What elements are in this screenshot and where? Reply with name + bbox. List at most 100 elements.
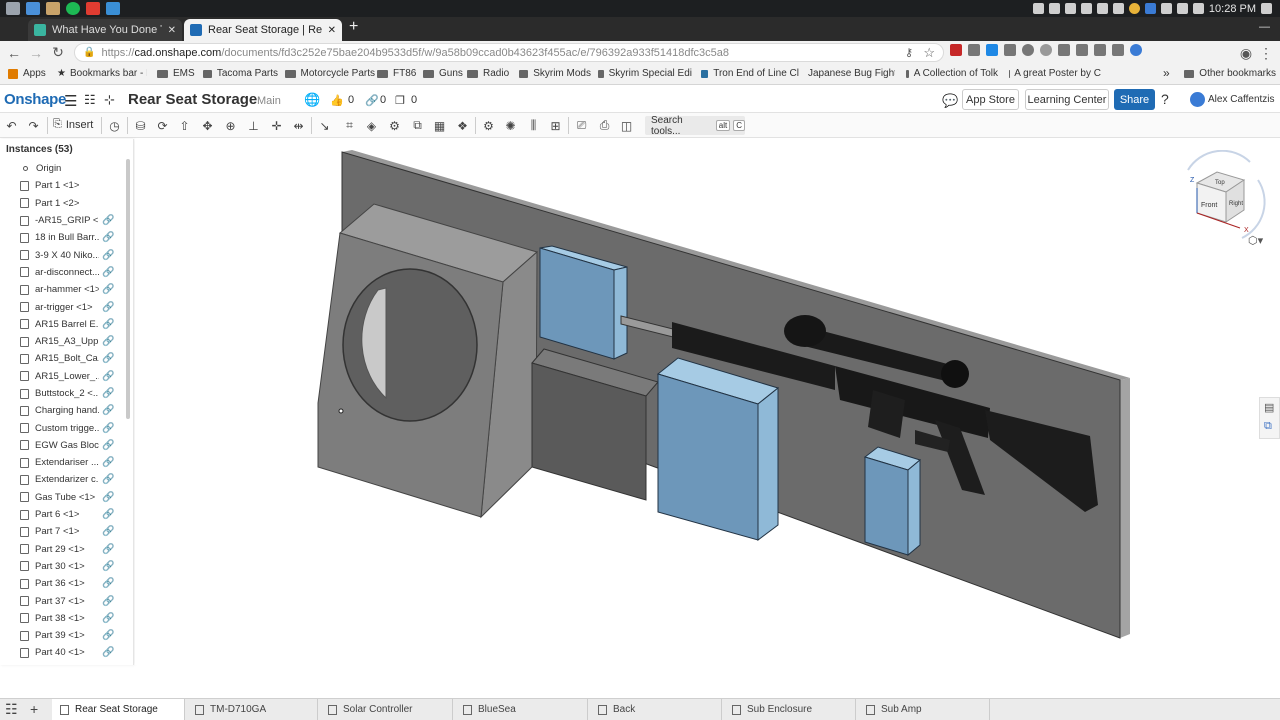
instance-row[interactable]: AR15_Bolt_Ca... 🔗 <box>0 350 126 367</box>
app-store-button[interactable]: App Store <box>962 89 1019 110</box>
link-icon[interactable]: 🔗 <box>102 388 114 399</box>
appearance-panel-icon[interactable]: ▤ <box>1264 401 1274 414</box>
bookmark-folder[interactable]: FT86 <box>377 68 417 79</box>
instances-header[interactable]: Instances (53) <box>6 144 73 155</box>
instance-row[interactable]: ar-trigger <1> 🔗 <box>0 298 126 315</box>
screw-relation-icon[interactable]: ⫼ <box>526 118 541 133</box>
link-icon[interactable]: 🔗 <box>102 526 114 537</box>
add-part-icon[interactable]: ⊹ <box>104 92 115 108</box>
gear-relation-icon[interactable]: ⚙ <box>481 118 496 133</box>
bookmark-folder[interactable]: Tacoma Parts <box>203 68 278 79</box>
link-icon[interactable]: 🔗 <box>102 647 114 658</box>
bookmark-folder[interactable]: Skyrim Mods <box>519 68 591 79</box>
tray-volume-icon[interactable] <box>1192 3 1204 14</box>
slider-mate-icon[interactable]: ⇧ <box>177 118 192 133</box>
link-icon[interactable]: 🔗 <box>102 250 114 261</box>
add-element-icon[interactable]: + <box>30 701 38 717</box>
instance-origin[interactable]: Origin <box>0 160 126 177</box>
like-icon[interactable]: 👍 <box>330 94 344 107</box>
key-icon[interactable]: ⚷ <box>905 46 913 59</box>
link-icon[interactable]: 🔗 <box>102 474 114 485</box>
onshape-logo[interactable]: Onshape <box>4 91 66 108</box>
vivaldi-icon[interactable] <box>86 2 100 15</box>
instance-row[interactable]: Part 7 <1> 🔗 <box>0 523 126 540</box>
back-icon[interactable]: ← <box>3 45 25 61</box>
power-icon[interactable] <box>1261 3 1272 14</box>
instance-row[interactable]: Part 1 <1> <box>0 177 126 194</box>
mate-connector-icon[interactable]: ◈ <box>364 118 379 133</box>
instance-row[interactable]: Part 40 <1> 🔗 <box>0 644 126 661</box>
link-icon[interactable]: 🔗 <box>102 561 114 572</box>
instance-row[interactable]: Part 39 <1> 🔗 <box>0 627 126 644</box>
instance-row[interactable]: Gas Tube <1> 🔗 <box>0 489 126 506</box>
tray-bluetooth-icon[interactable] <box>1160 3 1172 14</box>
link-icon[interactable]: 🔗 <box>102 630 114 641</box>
extension-icon[interactable] <box>1004 44 1016 56</box>
instance-row[interactable]: Part 1 <2> <box>0 195 126 212</box>
linear-relation-icon[interactable]: ⊞ <box>548 118 563 133</box>
insert-button[interactable]: ⎘ Insert <box>53 118 93 131</box>
instance-row[interactable]: Buttstock_2 <... 🔗 <box>0 385 126 402</box>
instance-row[interactable]: ar-disconnect... 🔗 <box>0 264 126 281</box>
graphics-area[interactable] <box>135 139 1280 665</box>
document-title[interactable]: Rear Seat Storage <box>128 91 257 108</box>
animate-icon[interactable]: ❖ <box>455 118 470 133</box>
link-icon[interactable]: 🔗 <box>102 596 114 607</box>
bookmark-folder[interactable]: Radio <box>467 68 512 79</box>
extension-icon[interactable] <box>1076 44 1088 56</box>
extension-icon[interactable] <box>1040 44 1052 56</box>
tray-shield-icon[interactable] <box>1144 3 1156 14</box>
instance-row[interactable]: 18 in Bull Barr... 🔗 <box>0 229 126 246</box>
revolute-mate-icon[interactable]: ⟳ <box>155 118 170 133</box>
clock[interactable]: 10:28 PM <box>1209 3 1256 15</box>
forward-icon[interactable]: → <box>25 45 47 61</box>
fastened-mate-icon[interactable]: ⛁ <box>133 118 148 133</box>
tray-user-icon[interactable] <box>1032 3 1044 14</box>
pattern-icon[interactable]: ▦ <box>432 118 447 133</box>
browser-tab[interactable]: What Have You Done To Your ✕ <box>28 19 182 41</box>
extension-icon[interactable] <box>1022 44 1034 56</box>
link-icon[interactable]: 🔗 <box>102 319 114 330</box>
link-icon[interactable]: 🔗 <box>102 544 114 555</box>
instance-row[interactable]: Part 36 <1> 🔗 <box>0 575 126 592</box>
element-tab[interactable]: Back <box>590 699 722 720</box>
link-icon[interactable]: 🔗 <box>102 232 114 243</box>
bookmark-folder[interactable]: Motorcycle Parts <box>285 68 375 79</box>
link-icon[interactable]: 🔗 <box>102 613 114 624</box>
link-icon[interactable]: 🔗 <box>102 405 114 416</box>
new-tab-icon[interactable]: + <box>349 18 358 36</box>
element-tab[interactable]: Rear Seat Storage <box>52 699 185 720</box>
tray-chrome-icon[interactable] <box>1128 3 1140 14</box>
instance-row[interactable]: 3-9 X 40 Niko... 🔗 <box>0 246 126 263</box>
user-name[interactable]: Alex Caffentzis <box>1208 94 1275 105</box>
bookmark-folder[interactable]: EMS <box>157 68 197 79</box>
link-icon[interactable]: 🔗 <box>102 336 114 347</box>
tray-mail-icon[interactable] <box>1112 3 1124 14</box>
instance-row[interactable]: Part 29 <1> 🔗 <box>0 541 126 558</box>
measure-icon[interactable]: ⎙ <box>597 118 612 133</box>
app-icon[interactable] <box>106 2 120 15</box>
close-icon[interactable]: ✕ <box>328 25 336 36</box>
link-icon[interactable]: 🔗 <box>102 457 114 468</box>
parallel-mate-icon[interactable]: ⇹ <box>291 118 306 133</box>
reload-icon[interactable]: ↻ <box>47 44 69 61</box>
tray-box-icon[interactable] <box>1064 3 1076 14</box>
pin-slot-mate-icon[interactable]: ⊥ <box>246 118 261 133</box>
instance-row[interactable]: ar-hammer <1> 🔗 <box>0 281 126 298</box>
bookmark-apps[interactable]: Apps <box>8 68 48 79</box>
element-tab[interactable]: BlueSea <box>455 699 588 720</box>
bookmark-item[interactable]: A great Poster by C <box>1009 68 1101 79</box>
minimize-icon[interactable]: — <box>1259 21 1270 33</box>
image-viewer-icon[interactable] <box>46 2 60 15</box>
extension-icon[interactable] <box>986 44 998 56</box>
view-options-icon[interactable]: ⬡▾ <box>1248 234 1263 247</box>
files-icon[interactable] <box>26 2 40 15</box>
search-tools-input[interactable]: Search tools... alt C <box>645 115 745 137</box>
link-icon[interactable]: 🔗 <box>102 371 114 382</box>
instance-row[interactable]: Custom trigge... 🔗 <box>0 419 126 436</box>
element-tab[interactable]: TM-D710GA <box>187 699 318 720</box>
browser-tab-active[interactable]: Rear Seat Storage | Rear Seat ✕ <box>184 19 342 41</box>
link-icon[interactable]: 🔗 <box>102 492 114 503</box>
share-button[interactable]: Share <box>1114 89 1155 110</box>
help-icon[interactable]: ? <box>1161 91 1169 107</box>
